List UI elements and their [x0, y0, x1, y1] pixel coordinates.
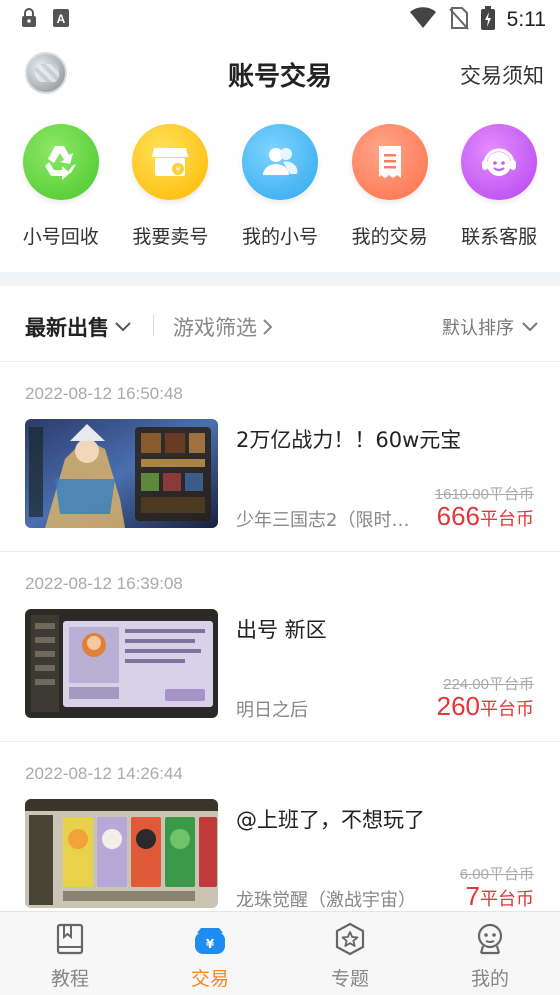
header: 账号交易 交易须知 — [0, 44, 560, 104]
price-value: 260 — [436, 691, 480, 721]
nav-label: 专题 — [330, 968, 369, 990]
listing-thumbnail — [25, 609, 218, 718]
robot-face-icon — [473, 922, 507, 956]
recycle-icon — [22, 124, 99, 200]
listing-title: 出号 新区 — [236, 618, 327, 642]
price-unit: 平台币 — [480, 509, 534, 530]
chevron-down-icon — [115, 322, 131, 332]
bottom-nav: 教程 ¥ 交易 专题 我的 — [0, 911, 560, 995]
listing-time: 2022-08-12 16:50:48 — [25, 384, 183, 403]
game-filter-label: 游戏筛选 — [173, 316, 257, 340]
section-divider — [0, 272, 560, 286]
a-icon: A — [52, 8, 70, 28]
price-unit: 平台币 — [480, 889, 534, 910]
listing-item[interactable]: 2022-08-12 14:26:44 @上班了，不想玩了 龙珠觉醒（激战宇宙）… — [0, 742, 560, 932]
clock-time: 5:11 — [506, 8, 546, 31]
listing-title: @上班了，不想玩了 — [236, 808, 425, 832]
chevron-right-icon — [263, 319, 273, 335]
latest-sale-dropdown[interactable]: 最新出售 — [25, 312, 131, 342]
sort-dropdown[interactable]: 默认排序 — [442, 314, 538, 340]
listing-price: 666平台币 — [437, 501, 534, 532]
shop-icon: ¥ — [132, 124, 209, 200]
listing-item[interactable]: 2022-08-12 16:39:08 出号 新区 明日之后 224.00平台币… — [0, 552, 560, 742]
action-my-trades[interactable]: 我的交易 — [340, 124, 440, 254]
battery-charging-icon — [480, 6, 495, 34]
nav-label: 交易 — [190, 968, 229, 990]
chevron-down-icon — [522, 322, 538, 332]
listing-thumbnail — [25, 419, 218, 528]
star-badge-icon — [333, 922, 367, 956]
action-label: 小号回收 — [22, 226, 99, 248]
listing-game-name: 少年三国志2（限时… — [236, 510, 410, 531]
listing-price: 260平台币 — [437, 691, 534, 722]
listing-game-name: 明日之后 — [236, 700, 308, 721]
wallet-yen-icon: ¥ — [193, 922, 227, 956]
listing-price: 7平台币 — [466, 881, 534, 912]
nav-label: 我的 — [470, 968, 509, 990]
listing-game-name: 龙珠觉醒（激战宇宙） — [236, 890, 412, 911]
wifi-icon — [409, 6, 437, 34]
nav-label: 教程 — [50, 968, 89, 990]
price-unit: 平台币 — [480, 699, 534, 720]
listing-time: 2022-08-12 16:39:08 — [25, 574, 183, 593]
price-value: 666 — [436, 501, 480, 531]
nav-topics[interactable]: 专题 — [280, 912, 420, 995]
trade-notice-link[interactable]: 交易须知 — [460, 60, 544, 90]
headset-icon — [461, 124, 538, 200]
action-label: 我的小号 — [241, 226, 318, 248]
users-icon — [241, 124, 318, 200]
receipt-icon — [351, 124, 428, 200]
action-customer-service[interactable]: 联系客服 — [449, 124, 549, 254]
status-bar: A 5:11 — [0, 0, 560, 40]
action-sell-account[interactable]: ¥ 我要卖号 — [120, 124, 220, 254]
listing-time: 2022-08-12 14:26:44 — [25, 764, 183, 783]
filter-separator — [153, 314, 154, 336]
nav-tutorial[interactable]: 教程 — [0, 912, 140, 995]
listing-thumbnail — [25, 799, 218, 908]
action-label: 我的交易 — [351, 226, 428, 248]
svg-text:¥: ¥ — [206, 937, 215, 951]
svg-text:A: A — [57, 12, 66, 26]
listing-item[interactable]: 2022-08-12 16:50:48 2万亿战力！！60w元宝 少年三国志2（… — [0, 362, 560, 552]
listing-title: 2万亿战力！！60w元宝 — [236, 428, 462, 452]
sort-label: 默认排序 — [442, 318, 514, 339]
action-my-accounts[interactable]: 我的小号 — [230, 124, 330, 254]
book-icon — [53, 922, 87, 956]
svg-text:¥: ¥ — [176, 165, 181, 174]
price-value: 7 — [465, 881, 480, 911]
no-sim-icon — [448, 6, 469, 34]
action-label: 联系客服 — [461, 226, 538, 248]
latest-sale-label: 最新出售 — [25, 316, 109, 340]
game-filter-button[interactable]: 游戏筛选 — [173, 312, 273, 342]
lock-icon — [20, 8, 38, 28]
action-account-recycle[interactable]: 小号回收 — [11, 124, 111, 254]
quick-actions: 小号回收 ¥ 我要卖号 我的小号 我的交易 联系客服 — [0, 124, 560, 254]
filter-bar: 最新出售 游戏筛选 默认排序 — [0, 290, 560, 362]
nav-mine[interactable]: 我的 — [420, 912, 560, 995]
action-label: 我要卖号 — [132, 226, 209, 248]
nav-trade[interactable]: ¥ 交易 — [140, 912, 280, 995]
